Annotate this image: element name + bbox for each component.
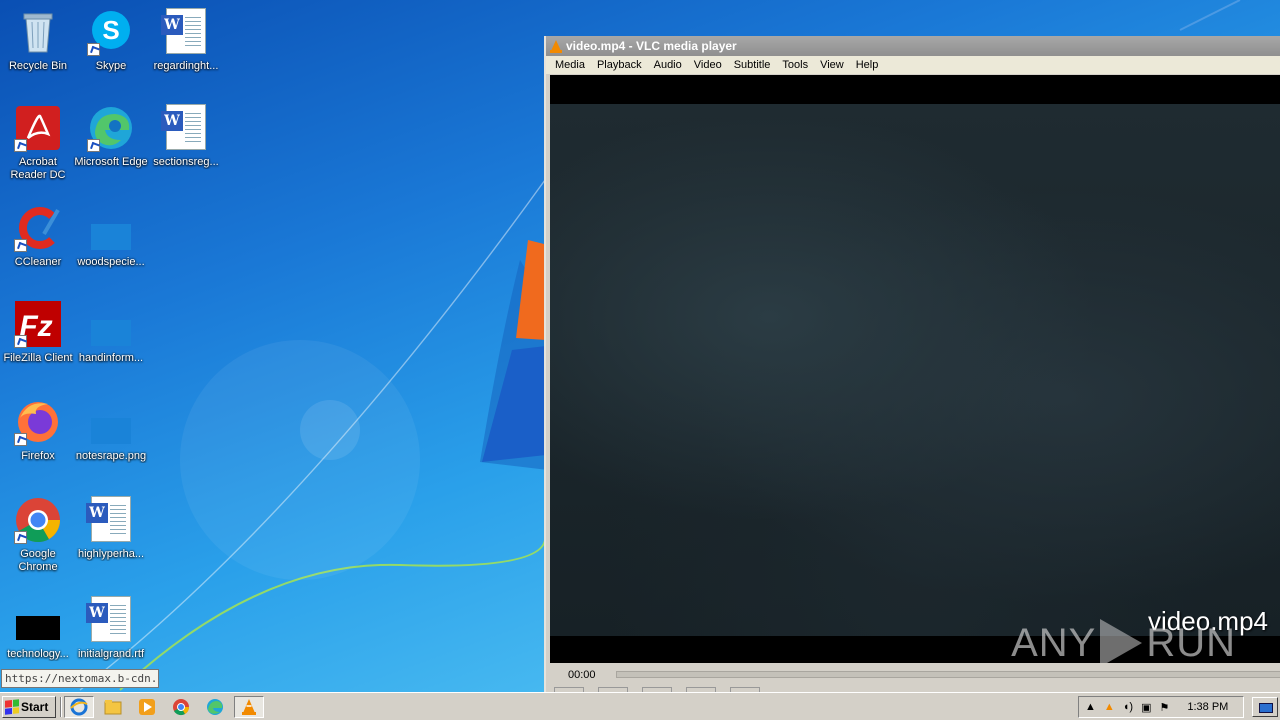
shortcut-arrow-icon: [87, 43, 100, 56]
desktop-icon-label: Microsoft Edge: [74, 156, 148, 168]
firefox-icon: [14, 398, 62, 446]
desktop-icon-regardinght[interactable]: W regardinght...: [148, 8, 224, 73]
desktop-icon-recycle-bin[interactable]: Recycle Bin: [0, 8, 76, 73]
play-triangle-icon: [1100, 619, 1143, 663]
vlc-title-bar[interactable]: video.mp4 - VLC media player: [546, 36, 1280, 56]
desktop-icon-edge[interactable]: Microsoft Edge: [73, 104, 149, 169]
desktop-icon-label: CCleaner: [14, 256, 62, 268]
vlc-menu-bar: Media Playback Audio Video Subtitle Tool…: [546, 56, 1280, 74]
shortcut-arrow-icon: [14, 531, 27, 544]
desktop-icon-label: Acrobat Reader DC: [10, 156, 66, 181]
desktop-icon-label: FileZilla Client: [3, 352, 73, 364]
desktop-icon-sectionsreg[interactable]: W sectionsreg...: [148, 104, 224, 169]
desktop-icon-label: Google Chrome: [18, 548, 58, 573]
file-icon: [87, 300, 135, 348]
desktop-icon-woodspecie[interactable]: woodspecie...: [73, 204, 149, 269]
ie-icon[interactable]: [64, 696, 94, 718]
black-file-icon: [14, 596, 62, 644]
start-label: Start: [21, 700, 49, 714]
video-area[interactable]: video.mp4 ANY RUN: [550, 75, 1280, 663]
desktop-icon-initialgrand[interactable]: W initialgrand.rtf: [73, 596, 149, 661]
desktop-icon-filezilla[interactable]: Fz FileZilla Client: [0, 300, 76, 365]
edge-icon: [87, 104, 135, 152]
desktop-icon-label: sectionsreg...: [153, 156, 219, 168]
elapsed-time: 00:00: [568, 669, 596, 681]
desktop-icon-label: handinform...: [78, 352, 144, 364]
word-doc-icon: W: [161, 8, 210, 56]
seek-bar[interactable]: [616, 671, 1280, 678]
vlc-window[interactable]: video.mp4 - VLC media player Media Playb…: [544, 36, 1280, 694]
explorer-icon[interactable]: [98, 696, 128, 718]
recycle-bin-icon: [14, 8, 62, 56]
desktop-icon-label: initialgrand.rtf: [77, 648, 145, 660]
shortcut-arrow-icon: [14, 139, 27, 152]
menu-audio[interactable]: Audio: [648, 59, 688, 71]
desktop-icon-skype[interactable]: S Skype: [73, 8, 149, 73]
word-doc-icon: W: [86, 596, 135, 644]
desktop-icon-technology[interactable]: technology...: [0, 596, 76, 661]
desktop-icon-label: highlyperha...: [77, 548, 145, 560]
tray-vlc-icon[interactable]: ▲: [1104, 701, 1115, 713]
menu-subtitle[interactable]: Subtitle: [728, 59, 777, 71]
skype-icon: S: [87, 8, 135, 56]
desktop-icon-label: woodspecie...: [77, 256, 145, 268]
taskbar-separator: [60, 697, 62, 717]
menu-media[interactable]: Media: [549, 59, 591, 71]
volume-icon[interactable]: ◖): [1123, 701, 1133, 713]
show-desktop-button[interactable]: [1252, 697, 1278, 717]
menu-view[interactable]: View: [814, 59, 850, 71]
desktop-icon-handinform[interactable]: handinform...: [73, 300, 149, 365]
chrome-icon: [14, 496, 62, 544]
menu-video[interactable]: Video: [688, 59, 728, 71]
ccleaner-icon: [14, 204, 62, 252]
word-doc-icon: W: [86, 496, 135, 544]
network-icon[interactable]: ▣: [1141, 701, 1151, 714]
shortcut-arrow-icon: [14, 433, 27, 446]
desktop-icon-highlyperha[interactable]: W highlyperha...: [73, 496, 149, 561]
shortcut-arrow-icon: [14, 239, 27, 252]
vlc-controls: 00:00: [550, 663, 1280, 694]
desktop-icon-notesrape[interactable]: notesrape.png: [73, 398, 149, 463]
desktop-icon-label: Skype: [95, 60, 127, 72]
start-button[interactable]: Start: [2, 696, 56, 718]
watermark-left: ANY: [1011, 620, 1097, 664]
edge-icon[interactable]: [200, 696, 230, 718]
tray-expand-icon[interactable]: ▲: [1085, 701, 1096, 713]
desktop-icon-firefox[interactable]: Firefox: [0, 398, 76, 463]
vlc-cone-icon: [550, 39, 562, 53]
image-file-icon: [87, 398, 135, 446]
filezilla-icon: Fz: [14, 300, 62, 348]
vlc-window-title: video.mp4 - VLC media player: [566, 39, 737, 53]
menu-help[interactable]: Help: [850, 59, 885, 71]
desktop-icon-label: Recycle Bin: [8, 60, 68, 72]
desktop-icon-label: Firefox: [21, 450, 55, 462]
clock[interactable]: 1:38 PM: [1187, 701, 1228, 713]
shortcut-arrow-icon: [87, 139, 100, 152]
desktop-icon-label: regardinght...: [153, 60, 219, 72]
word-doc-icon: W: [161, 104, 210, 152]
windows-logo-icon: [5, 699, 19, 715]
chrome-icon[interactable]: [166, 696, 196, 718]
watermark-right: RUN: [1146, 620, 1236, 664]
desktop-icon-acrobat[interactable]: Acrobat Reader DC: [0, 104, 76, 182]
desktop-icon-chrome[interactable]: Google Chrome: [0, 496, 76, 574]
acrobat-icon: [14, 104, 62, 152]
shortcut-arrow-icon: [14, 335, 27, 348]
vlc-icon[interactable]: [234, 696, 264, 718]
desktop-icon-ccleaner[interactable]: CCleaner: [0, 204, 76, 269]
menu-tools[interactable]: Tools: [776, 59, 814, 71]
desktop-icon-label: notesrape.png: [75, 450, 147, 462]
system-tray: ▲ ▲ ◖) ▣ ⚑ 1:38 PM: [1078, 696, 1244, 718]
action-center-flag-icon[interactable]: ⚑: [1160, 701, 1170, 714]
menu-playback[interactable]: Playback: [591, 59, 648, 71]
video-frame: [550, 104, 1280, 636]
control-buttons: [554, 685, 854, 694]
svg-text:S: S: [102, 15, 119, 45]
file-icon: [87, 204, 135, 252]
media-player-icon[interactable]: [132, 696, 162, 718]
taskbar: Start ▲ ▲ ◖) ▣ ⚑ 1:38 PM: [0, 692, 1280, 720]
anyrun-watermark: ANY RUN: [1011, 619, 1236, 663]
desktop-icon-label: technology...: [7, 648, 69, 660]
url-tooltip: https://nextomax.b-cdn....: [1, 669, 159, 688]
